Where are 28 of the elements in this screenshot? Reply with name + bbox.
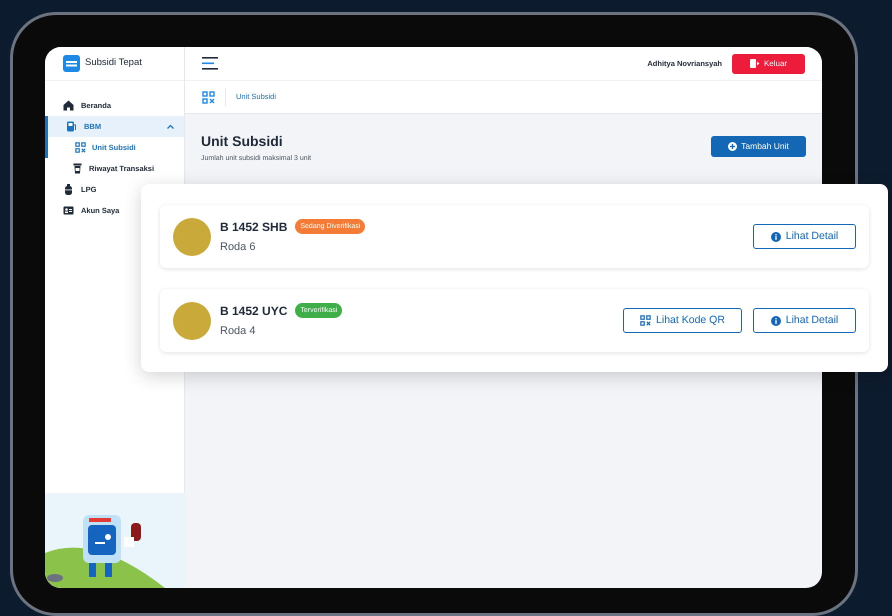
- id-card-icon: [63, 205, 74, 216]
- view-detail-button[interactable]: Lihat Detail: [753, 224, 856, 249]
- plate-number: B 1452 UYC: [220, 302, 288, 320]
- wheel-count: Roda 6: [220, 240, 256, 255]
- wheel-count: Roda 4: [220, 324, 256, 339]
- cup-icon: [72, 163, 83, 174]
- fuel-pump-icon: [66, 121, 77, 132]
- qr-code-icon: [640, 315, 652, 326]
- car-photo-placeholder: [173, 302, 211, 340]
- view-qr-button[interactable]: Lihat Kode QR: [623, 308, 742, 333]
- menu-icon[interactable]: [202, 57, 218, 70]
- car-photo-placeholder: [173, 218, 211, 256]
- plus-icon: [728, 142, 738, 151]
- info-icon: [770, 232, 781, 242]
- home-icon: [63, 100, 74, 111]
- add-unit-button[interactable]: Tambah Unit: [711, 136, 806, 157]
- chevron-up-icon: [167, 124, 174, 129]
- gas-cylinder-icon: [63, 184, 74, 195]
- app-title: Subsidi Tepat: [85, 56, 142, 70]
- logout-icon: [750, 59, 760, 68]
- qr-code-icon: [202, 90, 215, 104]
- plate-number: B 1452 SHB: [220, 218, 288, 236]
- view-detail-button[interactable]: Lihat Detail: [753, 308, 856, 333]
- info-icon: [770, 316, 781, 326]
- page-title: Unit Subsidi: [201, 132, 284, 151]
- qr-code-icon: [75, 142, 86, 153]
- logout-button[interactable]: Keluar: [732, 54, 805, 74]
- app-logo-icon: [63, 55, 80, 72]
